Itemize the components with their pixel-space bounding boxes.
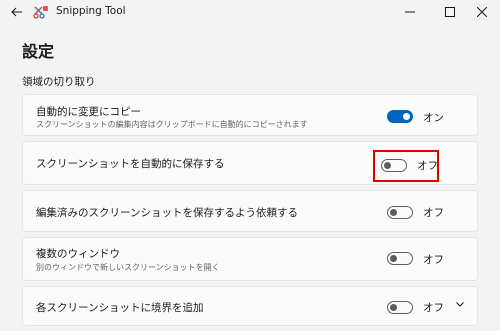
chevron-down-icon[interactable] xyxy=(455,300,465,308)
close-icon xyxy=(477,7,487,17)
back-button[interactable] xyxy=(6,3,28,21)
multiple-windows-toggle[interactable] xyxy=(387,252,413,265)
app-title: Snipping Tool xyxy=(56,5,126,17)
minimize-icon xyxy=(405,11,415,13)
back-arrow-icon xyxy=(11,7,22,17)
close-button[interactable] xyxy=(464,0,500,24)
toggle-state-label: オフ xyxy=(423,207,444,219)
setting-label: 複数のウィンドウ xyxy=(36,248,120,260)
maximize-button[interactable] xyxy=(432,0,468,24)
annotation-highlight-box xyxy=(373,150,439,182)
setting-description: スクリーンショットの編集内容はクリップボードに自動的にコピーされます xyxy=(36,120,308,129)
setting-card-add-border[interactable]: 各スクリーンショットに境界を追加 オフ xyxy=(22,286,478,326)
title-bar: Snipping Tool xyxy=(0,0,500,26)
setting-label: 各スクリーンショットに境界を追加 xyxy=(36,302,204,314)
snipping-tool-app-icon xyxy=(33,6,48,19)
section-title: 領域の切り取り xyxy=(22,76,96,88)
toggle-state-label: オフ xyxy=(423,254,444,266)
toggle-knob xyxy=(390,304,397,311)
toggle-state-label: オフ xyxy=(423,302,444,314)
toggle-knob xyxy=(403,113,410,120)
toggle-knob xyxy=(390,255,397,262)
auto-copy-toggle[interactable] xyxy=(387,110,413,123)
setting-card-multiple-windows: 複数のウィンドウ 別のウィンドウで新しいスクリーンショットを開く オフ xyxy=(22,237,478,281)
minimize-button[interactable] xyxy=(392,0,428,24)
setting-card-auto-copy: 自動的に変更にコピー スクリーンショットの編集内容はクリップボードに自動的にコピ… xyxy=(22,94,478,136)
add-border-toggle[interactable] xyxy=(387,301,413,314)
ask-save-edited-toggle[interactable] xyxy=(387,206,413,219)
setting-description: 別のウィンドウで新しいスクリーンショットを開く xyxy=(36,263,220,272)
setting-label: スクリーンショットを自動的に保存する xyxy=(36,158,225,170)
toggle-state-label: オン xyxy=(423,112,444,124)
setting-card-ask-save-edited: 編集済みのスクリーンショットを保存するよう依頼する オフ xyxy=(22,190,478,232)
toggle-knob xyxy=(390,209,397,216)
maximize-icon xyxy=(445,7,455,17)
settings-window: Snipping Tool 設定 領域の切り取り 自動的に変更にコピー スクリー… xyxy=(0,0,500,331)
setting-label: 編集済みのスクリーンショットを保存するよう依頼する xyxy=(36,207,298,219)
page-title: 設定 xyxy=(22,42,55,61)
setting-label: 自動的に変更にコピー xyxy=(36,106,141,118)
